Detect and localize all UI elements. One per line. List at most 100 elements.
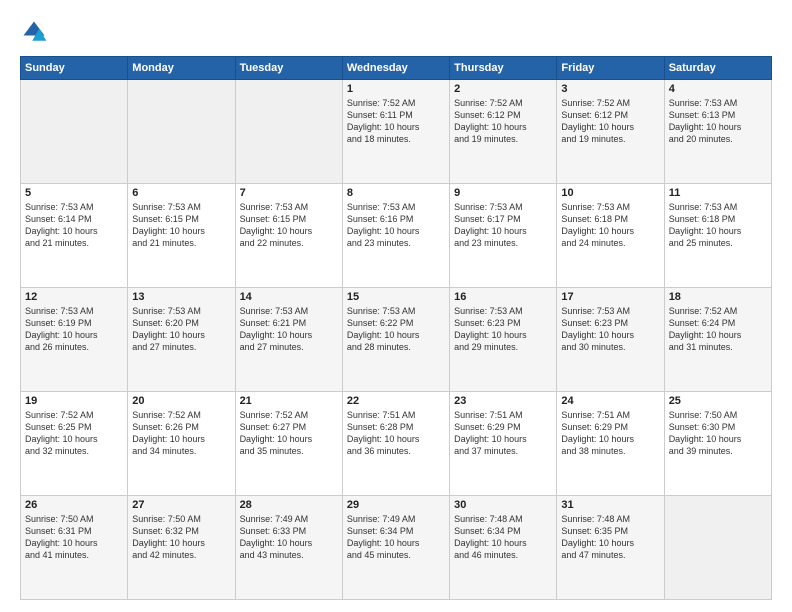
day-number: 5 xyxy=(25,187,123,199)
calendar-cell: 16 Sunrise: 7:53 AM Sunset: 6:23 PM Dayli… xyxy=(450,288,557,392)
calendar-cell: 7Sunrise: 7:53 AM Sunset: 6:15 PM Daylig… xyxy=(235,184,342,288)
calendar-week-row: 19 Sunrise: 7:52 AM Sunset: 6:25 PM Dayli… xyxy=(21,392,772,496)
calendar-cell: 22 Sunrise: 7:51 AM Sunset: 6:28 PM Dayli… xyxy=(342,392,449,496)
calendar-cell: 13Sunrise: 7:53 AM Sunset: 6:20 PM Dayli… xyxy=(128,288,235,392)
calendar-cell: 1Sunrise: 7:52 AM Sunset: 6:11 PM Daylig… xyxy=(342,80,449,184)
calendar-cell xyxy=(235,80,342,184)
day-number: 21 xyxy=(240,395,338,407)
calendar-cell: 19 Sunrise: 7:52 AM Sunset: 6:25 PM Dayli… xyxy=(21,392,128,496)
day-number: 4 xyxy=(669,83,767,95)
day-number: 20 xyxy=(132,395,230,407)
calendar-table: SundayMondayTuesdayWednesdayThursdayFrid… xyxy=(20,56,772,600)
day-info: Sunrise: 7:53 AM Sunset: 6:17 PM Dayligh… xyxy=(454,201,552,250)
day-number: 28 xyxy=(240,499,338,511)
day-info: Sunrise: 7:52 AM Sunset: 6:25 PM Dayligh… xyxy=(25,409,123,458)
day-number: 1 xyxy=(347,83,445,95)
calendar-cell: 17Sunrise: 7:53 AM Sunset: 6:23 PM Dayli… xyxy=(557,288,664,392)
weekday-header: Sunday xyxy=(21,57,128,80)
weekday-header: Monday xyxy=(128,57,235,80)
day-number: 15 xyxy=(347,291,445,303)
calendar-cell: 9 Sunrise: 7:53 AM Sunset: 6:17 PM Daylig… xyxy=(450,184,557,288)
day-number: 22 xyxy=(347,395,445,407)
calendar-cell xyxy=(21,80,128,184)
calendar-cell: 15Sunrise: 7:53 AM Sunset: 6:22 PM Dayli… xyxy=(342,288,449,392)
day-info: Sunrise: 7:52 AM Sunset: 6:27 PM Dayligh… xyxy=(240,409,338,458)
logo xyxy=(20,18,52,46)
header xyxy=(20,18,772,46)
day-number: 29 xyxy=(347,499,445,511)
day-info: Sunrise: 7:51 AM Sunset: 6:29 PM Dayligh… xyxy=(561,409,659,458)
calendar-cell: 10 Sunrise: 7:53 AM Sunset: 6:18 PM Dayli… xyxy=(557,184,664,288)
day-number: 9 xyxy=(454,187,552,199)
calendar-cell: 26 Sunrise: 7:50 AM Sunset: 6:31 PM Dayli… xyxy=(21,496,128,600)
calendar-week-row: 1Sunrise: 7:52 AM Sunset: 6:11 PM Daylig… xyxy=(21,80,772,184)
day-info: Sunrise: 7:50 AM Sunset: 6:31 PM Dayligh… xyxy=(25,513,123,562)
weekday-header: Thursday xyxy=(450,57,557,80)
day-info: Sunrise: 7:53 AM Sunset: 6:18 PM Dayligh… xyxy=(669,201,767,250)
day-info: Sunrise: 7:52 AM Sunset: 6:24 PM Dayligh… xyxy=(669,305,767,354)
weekday-header: Tuesday xyxy=(235,57,342,80)
calendar-cell: 20 Sunrise: 7:52 AM Sunset: 6:26 PM Dayli… xyxy=(128,392,235,496)
calendar-cell: 18 Sunrise: 7:52 AM Sunset: 6:24 PM Dayli… xyxy=(664,288,771,392)
day-info: Sunrise: 7:53 AM Sunset: 6:21 PM Dayligh… xyxy=(240,305,338,354)
calendar-cell: 31Sunrise: 7:48 AM Sunset: 6:35 PM Dayli… xyxy=(557,496,664,600)
calendar-cell xyxy=(128,80,235,184)
day-info: Sunrise: 7:52 AM Sunset: 6:26 PM Dayligh… xyxy=(132,409,230,458)
calendar-cell: 24 Sunrise: 7:51 AM Sunset: 6:29 PM Dayli… xyxy=(557,392,664,496)
day-info: Sunrise: 7:53 AM Sunset: 6:14 PM Dayligh… xyxy=(25,201,123,250)
day-info: Sunrise: 7:53 AM Sunset: 6:13 PM Dayligh… xyxy=(669,97,767,146)
calendar-cell: 29Sunrise: 7:49 AM Sunset: 6:34 PM Dayli… xyxy=(342,496,449,600)
calendar-cell: 12 Sunrise: 7:53 AM Sunset: 6:19 PM Dayli… xyxy=(21,288,128,392)
calendar-week-row: 26 Sunrise: 7:50 AM Sunset: 6:31 PM Dayli… xyxy=(21,496,772,600)
day-info: Sunrise: 7:51 AM Sunset: 6:28 PM Dayligh… xyxy=(347,409,445,458)
weekday-header-row: SundayMondayTuesdayWednesdayThursdayFrid… xyxy=(21,57,772,80)
day-number: 17 xyxy=(561,291,659,303)
day-info: Sunrise: 7:53 AM Sunset: 6:15 PM Dayligh… xyxy=(240,201,338,250)
day-info: Sunrise: 7:48 AM Sunset: 6:35 PM Dayligh… xyxy=(561,513,659,562)
weekday-header: Friday xyxy=(557,57,664,80)
day-info: Sunrise: 7:53 AM Sunset: 6:23 PM Dayligh… xyxy=(454,305,552,354)
day-info: Sunrise: 7:53 AM Sunset: 6:16 PM Dayligh… xyxy=(347,201,445,250)
day-number: 26 xyxy=(25,499,123,511)
calendar-cell: 27 Sunrise: 7:50 AM Sunset: 6:32 PM Dayli… xyxy=(128,496,235,600)
day-number: 23 xyxy=(454,395,552,407)
calendar-cell: 6Sunrise: 7:53 AM Sunset: 6:15 PM Daylig… xyxy=(128,184,235,288)
logo-icon xyxy=(20,18,48,46)
day-number: 19 xyxy=(25,395,123,407)
calendar-week-row: 5 Sunrise: 7:53 AM Sunset: 6:14 PM Daylig… xyxy=(21,184,772,288)
day-number: 24 xyxy=(561,395,659,407)
calendar-cell xyxy=(664,496,771,600)
day-info: Sunrise: 7:53 AM Sunset: 6:19 PM Dayligh… xyxy=(25,305,123,354)
day-info: Sunrise: 7:53 AM Sunset: 6:18 PM Dayligh… xyxy=(561,201,659,250)
calendar-cell: 5 Sunrise: 7:53 AM Sunset: 6:14 PM Daylig… xyxy=(21,184,128,288)
day-number: 8 xyxy=(347,187,445,199)
calendar-cell: 4 Sunrise: 7:53 AM Sunset: 6:13 PM Daylig… xyxy=(664,80,771,184)
day-number: 10 xyxy=(561,187,659,199)
calendar-cell: 2 Sunrise: 7:52 AM Sunset: 6:12 PM Daylig… xyxy=(450,80,557,184)
day-info: Sunrise: 7:52 AM Sunset: 6:12 PM Dayligh… xyxy=(454,97,552,146)
day-info: Sunrise: 7:49 AM Sunset: 6:33 PM Dayligh… xyxy=(240,513,338,562)
day-number: 30 xyxy=(454,499,552,511)
day-number: 27 xyxy=(132,499,230,511)
day-number: 2 xyxy=(454,83,552,95)
day-number: 12 xyxy=(25,291,123,303)
day-info: Sunrise: 7:48 AM Sunset: 6:34 PM Dayligh… xyxy=(454,513,552,562)
calendar-cell: 23 Sunrise: 7:51 AM Sunset: 6:29 PM Dayli… xyxy=(450,392,557,496)
calendar-cell: 11 Sunrise: 7:53 AM Sunset: 6:18 PM Dayli… xyxy=(664,184,771,288)
calendar-cell: 8 Sunrise: 7:53 AM Sunset: 6:16 PM Daylig… xyxy=(342,184,449,288)
day-number: 25 xyxy=(669,395,767,407)
weekday-header: Wednesday xyxy=(342,57,449,80)
day-number: 16 xyxy=(454,291,552,303)
calendar-week-row: 12 Sunrise: 7:53 AM Sunset: 6:19 PM Dayli… xyxy=(21,288,772,392)
calendar-cell: 21 Sunrise: 7:52 AM Sunset: 6:27 PM Dayli… xyxy=(235,392,342,496)
day-info: Sunrise: 7:51 AM Sunset: 6:29 PM Dayligh… xyxy=(454,409,552,458)
day-number: 6 xyxy=(132,187,230,199)
day-number: 18 xyxy=(669,291,767,303)
page: SundayMondayTuesdayWednesdayThursdayFrid… xyxy=(0,0,792,612)
day-info: Sunrise: 7:53 AM Sunset: 6:20 PM Dayligh… xyxy=(132,305,230,354)
day-info: Sunrise: 7:50 AM Sunset: 6:32 PM Dayligh… xyxy=(132,513,230,562)
calendar-cell: 3Sunrise: 7:52 AM Sunset: 6:12 PM Daylig… xyxy=(557,80,664,184)
day-info: Sunrise: 7:52 AM Sunset: 6:12 PM Dayligh… xyxy=(561,97,659,146)
day-number: 14 xyxy=(240,291,338,303)
day-number: 11 xyxy=(669,187,767,199)
